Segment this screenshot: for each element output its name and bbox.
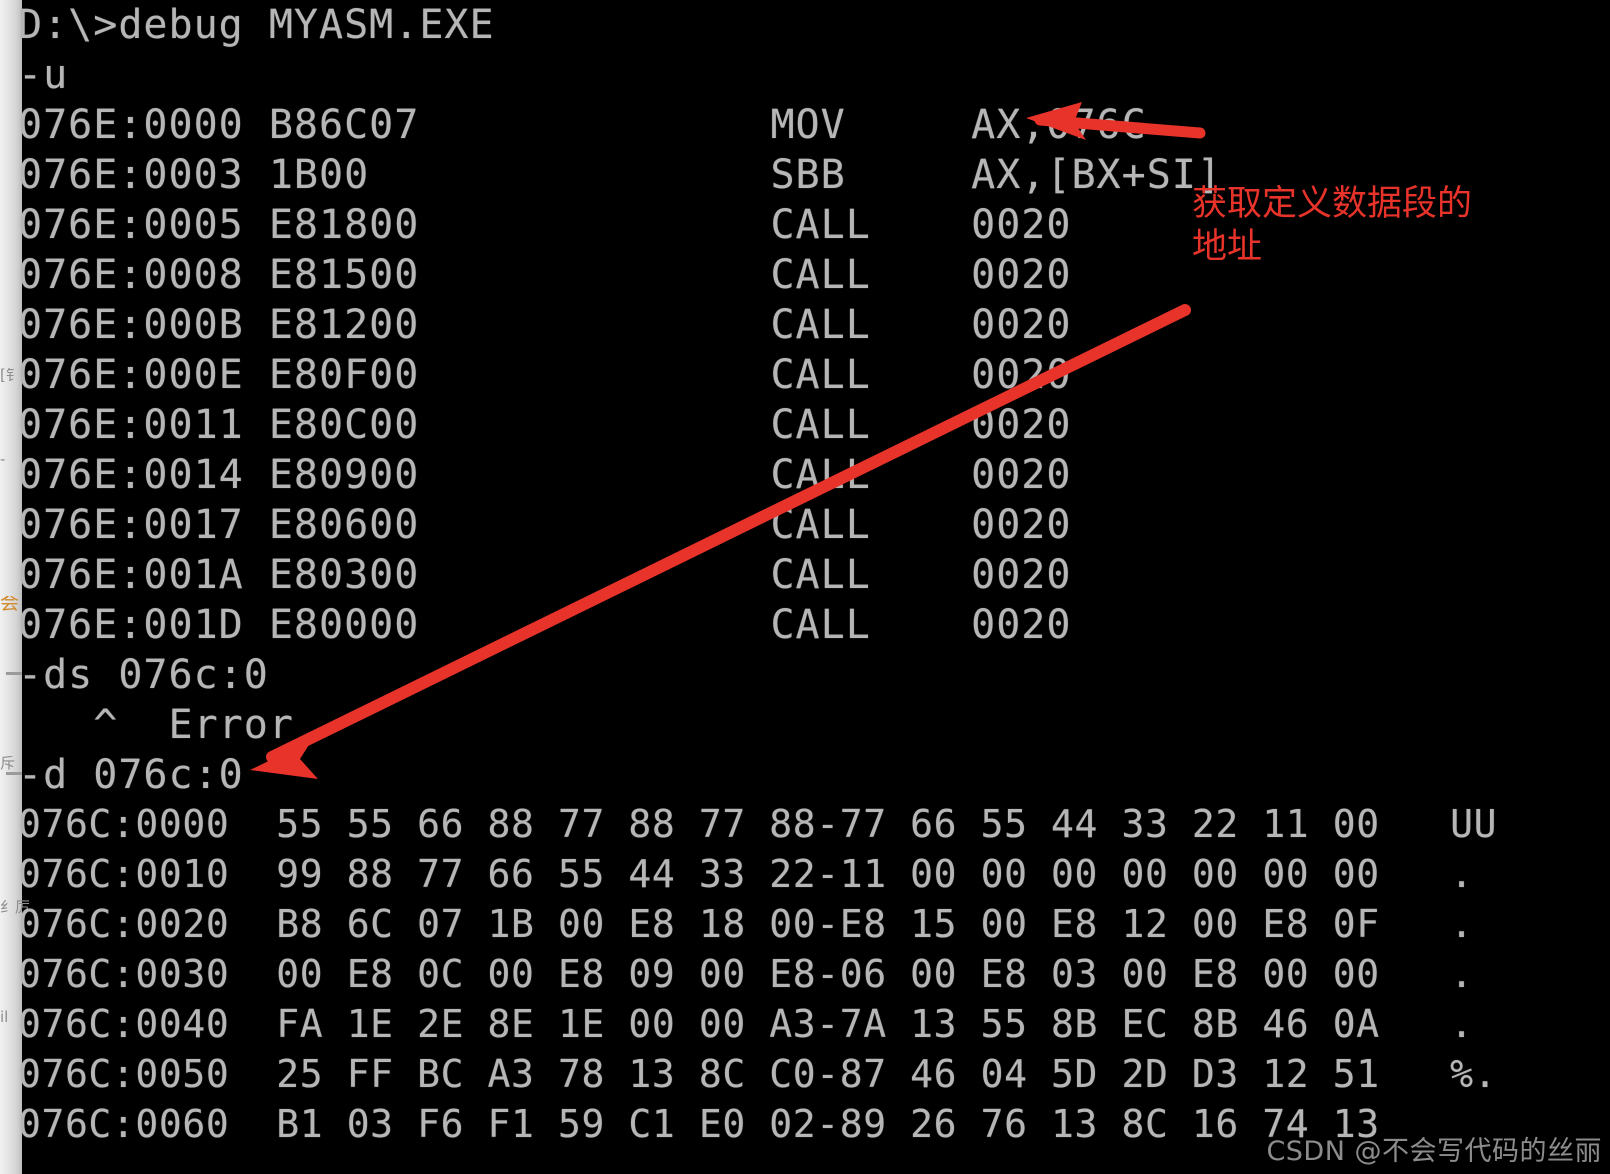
terminal-output[interactable]: D:\>debug MYASM.EXE -u 076E:0000 B86C07 … bbox=[0, 0, 1610, 1174]
disassembly-row: 076E:0005 E81800 CALL 0020 bbox=[18, 202, 1072, 248]
disassembly-row: 076E:001A E80300 CALL 0020 bbox=[18, 552, 1072, 598]
csdn-watermark: CSDN @不会写代码的丝丽 bbox=[1266, 1136, 1602, 1167]
error-caret-line: ^ Error bbox=[18, 702, 294, 748]
disassembly-row: 076E:0011 E80C00 CALL 0020 bbox=[18, 402, 1072, 448]
disassembly-row: 076E:000E E80F00 CALL 0020 bbox=[18, 352, 1072, 398]
dump-command-line: -d 076c:0 bbox=[18, 752, 244, 798]
command-prompt-line: D:\>debug MYASM.EXE bbox=[18, 2, 495, 48]
hex-dump-row: 076C:0030 00 E8 0C 00 E8 09 00 E8-06 00 … bbox=[18, 952, 1474, 996]
hex-dump-row: 076C:0050 25 FF BC A3 78 13 8C C0-87 46 … bbox=[18, 1052, 1498, 1096]
disassembly-row: 076E:0008 E81500 CALL 0020 bbox=[18, 252, 1072, 298]
hex-dump-row: 076C:0060 B1 03 F6 F1 59 C1 E0 02-89 26 … bbox=[18, 1102, 1380, 1146]
disassembly-row: 076E:000B E81200 CALL 0020 bbox=[18, 302, 1072, 348]
disassembly-row: 076E:0003 1B00 SBB AX,[BX+SI] bbox=[18, 152, 1222, 198]
bad-command-line: -ds 076c:0 bbox=[18, 652, 269, 698]
hex-dump-row: 076C:0010 99 88 77 66 55 44 33 22-11 00 … bbox=[18, 852, 1474, 896]
disassembly-row: 076E:0014 E80900 CALL 0020 bbox=[18, 452, 1072, 498]
hex-dump-row: 076C:0020 B8 6C 07 1B 00 E8 18 00-E8 15 … bbox=[18, 902, 1474, 946]
disassembly-row: 076E:0017 E80600 CALL 0020 bbox=[18, 502, 1072, 548]
hex-dump-row: 076C:0000 55 55 66 88 77 88 77 88-77 66 … bbox=[18, 802, 1498, 846]
unassemble-command-line: -u bbox=[18, 52, 69, 98]
disassembly-row: 076E:0000 B86C07 MOV AX,076C bbox=[18, 102, 1147, 148]
hex-dump-row: 076C:0040 FA 1E 2E 8E 1E 00 00 A3-7A 13 … bbox=[18, 1002, 1474, 1046]
disassembly-row: 076E:001D E80000 CALL 0020 bbox=[18, 602, 1072, 648]
dos-debug-screenshot: [钅 - 会 斥 纟厉 il D:\>debug MYASM.EXE -u 07… bbox=[0, 0, 1610, 1174]
